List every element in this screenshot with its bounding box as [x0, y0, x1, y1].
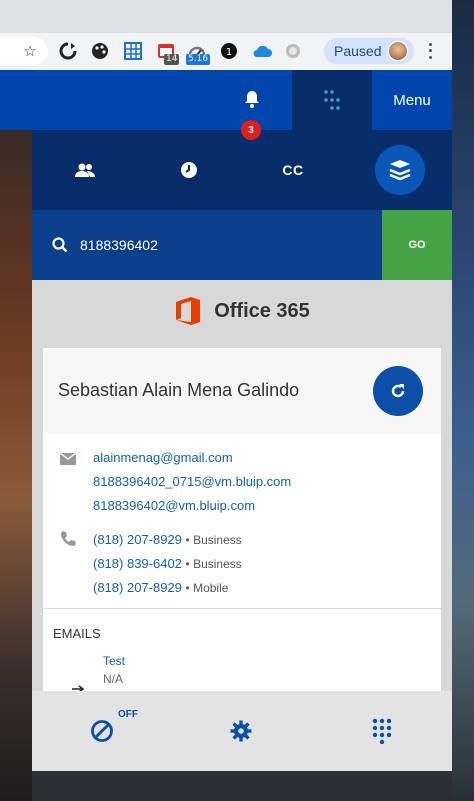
extension-badge: 5.16 — [186, 54, 211, 65]
desktop-background-left — [0, 130, 32, 801]
profile-avatar — [388, 41, 408, 61]
nav-integrations[interactable] — [375, 145, 425, 195]
contact-phone-type: • Mobile — [185, 581, 229, 595]
phone-icon — [61, 531, 76, 546]
nav-contacts[interactable] — [60, 150, 110, 190]
app-header: Menu — [0, 70, 452, 130]
extension-badge: 1 — [226, 47, 232, 58]
dialpad-icon — [372, 718, 392, 744]
contact-card: Sebastian Alain Mena Galindo alainmenag@… — [43, 348, 441, 691]
desktop-background-right — [452, 0, 474, 801]
panel-footer: OFF — [32, 691, 452, 771]
settings-button[interactable] — [230, 715, 252, 747]
contact-email-link[interactable]: alainmenag@gmail.com — [93, 450, 233, 465]
block-icon — [91, 720, 113, 742]
nav-cc[interactable]: CC — [268, 150, 318, 190]
integration-brand: Office 365 — [32, 280, 452, 342]
search-input[interactable] — [80, 230, 370, 260]
notification-bell-icon[interactable] — [241, 88, 263, 110]
browser-menu-icon[interactable] — [424, 41, 436, 61]
integration-name: Office 365 — [214, 299, 310, 322]
section-divider — [43, 608, 441, 609]
go-button[interactable]: GO — [382, 210, 452, 280]
contact-phone-link[interactable]: (818) 839-6402 — [93, 556, 182, 571]
dots-icon — [324, 90, 340, 110]
search-icon — [52, 237, 68, 253]
contacts-icon — [75, 163, 95, 177]
contact-phone-link[interactable]: (818) 207-8929 — [93, 580, 182, 595]
grid-extension-icon[interactable] — [123, 41, 143, 61]
notification-count-badge: 3 — [241, 120, 261, 140]
dialpad-button[interactable] — [372, 715, 392, 747]
contact-phone-link[interactable]: (818) 207-8929 — [93, 532, 182, 547]
dialpad-tab[interactable] — [292, 70, 372, 130]
panel-nav: CC — [32, 130, 452, 210]
stack-icon — [389, 160, 411, 181]
contact-phone-type: • Business — [185, 533, 242, 547]
contact-card-header: Sebastian Alain Mena Galindo — [43, 348, 441, 434]
email-icon — [59, 452, 77, 465]
contact-email-link[interactable]: 8188396402_0715@vm.bluip.com — [93, 474, 291, 489]
contact-panel: CC GO Office 365 Sebastian Alain Mena Ga… — [32, 130, 452, 771]
refresh-icon — [391, 384, 405, 398]
contact-phone-type: • Business — [185, 557, 242, 571]
office-logo-icon — [176, 297, 201, 325]
contact-email-link[interactable]: 8188396402@vm.bluip.com — [93, 498, 255, 513]
browser-tab-strip — [0, 0, 452, 33]
contact-name: Sebastian Alain Mena Galindo — [58, 380, 300, 400]
contact-phone-row: (818) 207-8929 • Business — [93, 532, 242, 547]
circle-extension-icon[interactable] — [283, 41, 303, 61]
sync-extension-icon[interactable] — [58, 41, 78, 61]
gear-icon — [230, 720, 252, 742]
clock-icon — [181, 162, 197, 178]
cloud-extension-icon[interactable] — [252, 41, 272, 61]
search-bar: GO — [32, 210, 452, 280]
email-item-subtitle: N/A — [103, 672, 124, 686]
profile-paused-label: Paused — [334, 43, 382, 59]
do-not-disturb-button[interactable] — [90, 715, 114, 747]
palette-extension-icon[interactable] — [90, 41, 110, 61]
menu-button[interactable]: Menu — [372, 70, 452, 130]
contact-phone-row: (818) 839-6402 • Business — [93, 556, 242, 571]
extension-badge: 14 — [164, 54, 180, 65]
reply-arrow-icon — [72, 685, 85, 691]
email-item-title[interactable]: Test — [103, 654, 125, 668]
browser-toolbar: ☆ 14 5.16 1 Paused — [0, 0, 452, 70]
bookmark-star-icon[interactable]: ☆ — [20, 41, 40, 61]
nav-history[interactable] — [164, 150, 214, 190]
emails-section-heading: EMAILS — [53, 626, 101, 641]
dnd-state-label: OFF — [118, 709, 138, 720]
password-extension-icon[interactable]: 1 — [219, 41, 239, 61]
refresh-button[interactable] — [373, 366, 423, 416]
contact-phone-row: (818) 207-8929 • Mobile — [93, 580, 228, 595]
